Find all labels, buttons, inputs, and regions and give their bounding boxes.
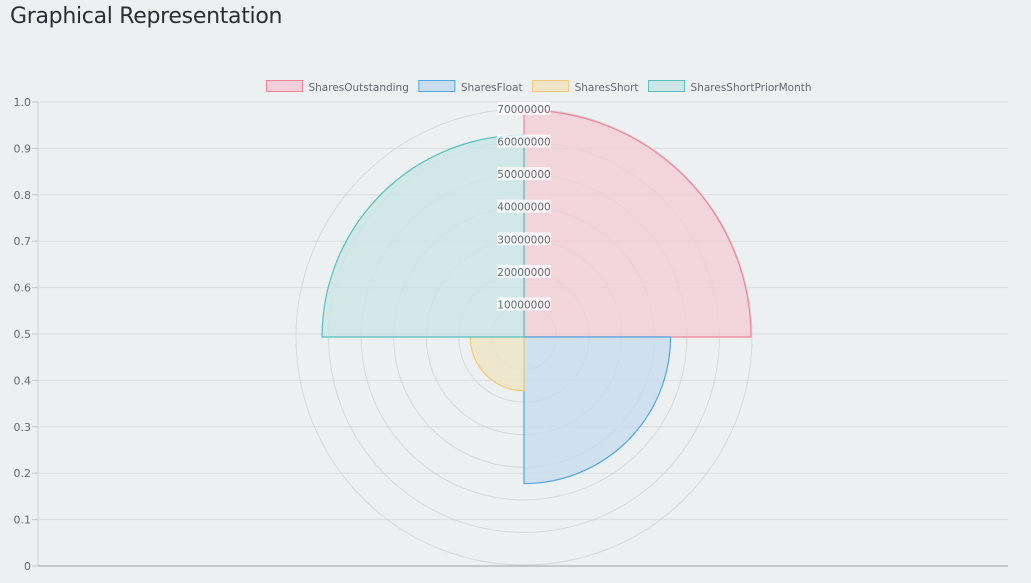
sector-sharesfloat[interactable] [523,336,672,485]
legend-item-sharesshortpriormonth[interactable]: SharesShortPriorMonth [648,80,812,95]
y-tick-label: 1.0 [14,96,32,109]
legend-item-sharesshort[interactable]: SharesShort [532,80,639,95]
radial-tick-label: 10000000 [497,297,551,311]
radial-tick-label: 40000000 [497,199,551,214]
legend-swatch [532,80,570,92]
sector-sharesoutstanding[interactable] [523,109,752,338]
legend-swatch [648,80,686,92]
legend-label: SharesOutstanding [308,82,408,94]
radial-tick-text: 10000000 [497,299,550,311]
radial-tick-text: 50000000 [497,169,550,181]
radial-tick-text: 70000000 [497,104,550,116]
y-tick-label: 0.1 [14,514,32,527]
chart-sectors [321,109,752,485]
y-tick-label: 0.7 [14,235,32,248]
sector-sharesshortpriormonth[interactable] [321,134,525,338]
radial-tick-text: 60000000 [497,137,550,149]
sector-sharesshort[interactable] [469,336,525,392]
y-tick-label: 0.3 [14,421,32,434]
chart-legend[interactable]: SharesOutstanding SharesFloat SharesShort S… [265,80,812,95]
radial-tick-label: 60000000 [497,134,551,149]
radial-tick-text: 30000000 [497,234,550,246]
y-tick-label: 0 [24,560,31,573]
y-tick-label: 0.9 [14,142,32,155]
radial-tick-label: 20000000 [497,264,551,279]
y-tick-label: 0.6 [14,282,32,295]
legend-item-sharesoutstanding[interactable]: SharesOutstanding [265,80,409,95]
legend-label: SharesFloat [461,82,523,94]
y-tick-label: 0.4 [14,374,32,387]
radial-tick-text: 20000000 [497,267,550,279]
radial-tick-label: 50000000 [497,167,551,181]
radial-tick-text: 40000000 [497,202,550,214]
radial-tick-label: 30000000 [497,232,551,246]
polar-area-chart: 10000000 20000000 30000000 40000000 50000000… [14,80,1008,573]
y-tick-label: 0.2 [14,467,32,480]
legend-label: SharesShortPriorMonth [691,82,812,94]
y-axis-tick-labels: 0 0.1 0.2 0.3 0.4 0.5 0.6 0.7 0.8 0.9 1.0 [14,96,32,573]
y-tick-label: 0.5 [14,328,32,341]
radial-tick-label: 70000000 [497,102,551,116]
legend-swatch [418,80,456,92]
y-tick-label: 0.8 [14,189,32,202]
legend-item-sharesfloat[interactable]: SharesFloat [418,80,523,95]
legend-label: SharesShort [575,82,639,94]
legend-swatch [265,80,303,92]
